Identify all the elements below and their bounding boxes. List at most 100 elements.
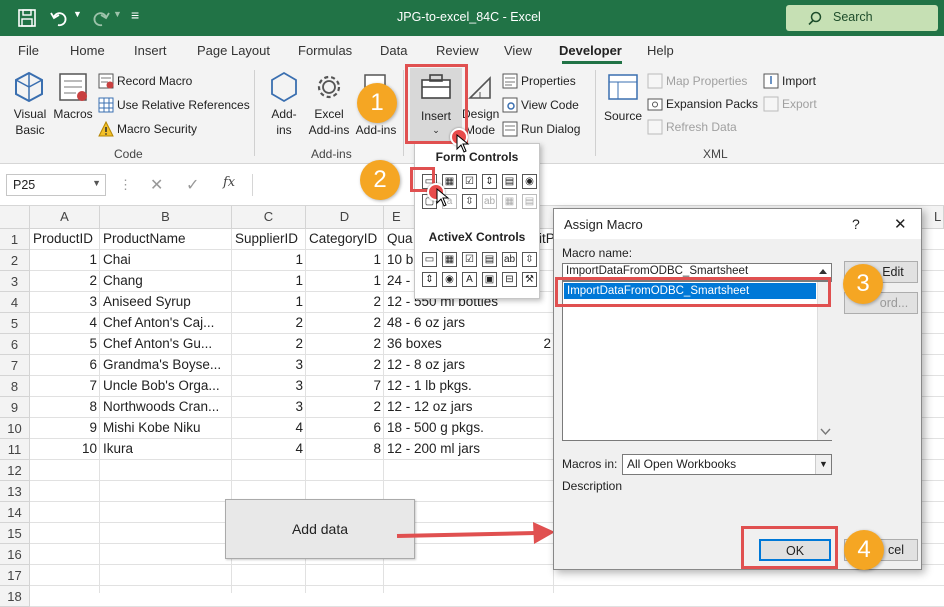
form-control-combo-box-icon[interactable]: ▦ xyxy=(442,174,457,189)
table-cell[interactable]: 1 xyxy=(232,292,306,313)
header-cell[interactable]: ProductID xyxy=(30,229,100,250)
table-cell[interactable]: 2 xyxy=(306,397,384,418)
column-header-d[interactable]: D xyxy=(306,206,384,229)
select-all-corner[interactable] xyxy=(0,206,30,229)
table-cell[interactable]: 36 boxes xyxy=(384,334,554,355)
form-control-combo-drop-icon[interactable]: ▤ xyxy=(522,194,537,209)
properties-button[interactable]: Properties xyxy=(502,72,592,90)
table-cell[interactable]: 3 xyxy=(232,376,306,397)
column-header-a[interactable]: A xyxy=(30,206,100,229)
row-header[interactable]: 6 xyxy=(0,334,30,355)
table-cell[interactable]: 2 xyxy=(306,292,384,313)
table-cell[interactable]: 3 xyxy=(232,397,306,418)
table-cell[interactable]: 4 xyxy=(232,439,306,460)
table-cell[interactable]: Chang xyxy=(100,271,232,292)
table-cell[interactable]: Chai xyxy=(100,250,232,271)
activex-list-box-icon[interactable]: ▤ xyxy=(482,252,497,267)
row-header[interactable]: 8 xyxy=(0,376,30,397)
macros-in-select[interactable]: All Open Workbooks ▼ xyxy=(622,454,832,475)
table-cell[interactable]: 3 xyxy=(30,292,100,313)
scroll-down-icon[interactable] xyxy=(820,427,831,437)
activex-more-controls-icon[interactable]: ⚒ xyxy=(522,272,537,287)
table-cell[interactable]: 8 xyxy=(30,397,100,418)
tab-page-layout[interactable]: Page Layout xyxy=(197,43,270,58)
add-data-button[interactable]: Add data xyxy=(225,499,415,559)
activex-scroll-bar-icon[interactable]: ⇳ xyxy=(522,252,537,267)
table-cell[interactable]: 2 xyxy=(232,334,306,355)
header-cell[interactable]: SupplierID xyxy=(232,229,306,250)
form-control-option-button-icon[interactable]: ◉ xyxy=(522,174,537,189)
record-macro-button[interactable]: Record Macro xyxy=(98,72,248,90)
table-cell[interactable]: 1 xyxy=(306,250,384,271)
tab-formulas[interactable]: Formulas xyxy=(298,43,352,58)
add-ins-button[interactable]: Add-ins xyxy=(264,70,304,142)
macros-button[interactable]: Macros xyxy=(52,70,94,142)
row-header[interactable]: 15 xyxy=(0,523,30,544)
row-header[interactable]: 10 xyxy=(0,418,30,439)
help-icon[interactable]: ? xyxy=(852,216,860,232)
activex-combo-box-icon[interactable]: ▦ xyxy=(442,252,457,267)
table-cell[interactable]: 9 xyxy=(30,418,100,439)
table-cell[interactable]: 2 xyxy=(306,355,384,376)
table-cell[interactable]: 7 xyxy=(306,376,384,397)
activex-check-box-icon[interactable]: ☑ xyxy=(462,252,477,267)
row-header[interactable]: 7 xyxy=(0,355,30,376)
excel-add-ins-button[interactable]: Excel Add-ins xyxy=(304,70,354,142)
row-header[interactable]: 14 xyxy=(0,502,30,523)
activex-toggle-button-icon[interactable]: ⊟ xyxy=(502,272,517,287)
table-cell[interactable]: 6 xyxy=(30,355,100,376)
table-cell[interactable]: Mishi Kobe Niku xyxy=(100,418,232,439)
customize-qat-icon[interactable]: ≡ xyxy=(131,7,139,23)
table-cell[interactable]: 10 xyxy=(30,439,100,460)
table-cell[interactable]: 2 xyxy=(536,334,554,355)
form-control-combo-list-icon[interactable]: ▦ xyxy=(502,194,517,209)
use-relative-references-button[interactable]: Use Relative References xyxy=(98,96,250,114)
table-cell[interactable]: 8 xyxy=(306,439,384,460)
form-control-list-box-icon[interactable]: ▤ xyxy=(502,174,517,189)
tab-developer[interactable]: Developer xyxy=(559,43,622,58)
table-cell[interactable]: 18 - 500 g pkgs. xyxy=(384,418,554,439)
table-cell[interactable]: 4 xyxy=(30,313,100,334)
activex-image-icon[interactable]: ▣ xyxy=(482,272,497,287)
row-header[interactable]: 12 xyxy=(0,460,30,481)
table-cell[interactable]: Aniseed Syrup xyxy=(100,292,232,313)
activex-option-button-icon[interactable]: ◉ xyxy=(442,272,457,287)
enter-icon[interactable]: ✓ xyxy=(186,175,199,195)
table-cell[interactable]: 12 - 1 lb pkgs. xyxy=(384,376,554,397)
row-header[interactable]: 5 xyxy=(0,313,30,334)
table-cell[interactable]: Uncle Bob's Orga... xyxy=(100,376,232,397)
row-header[interactable]: 16 xyxy=(0,544,30,565)
macro-name-up-icon[interactable] xyxy=(816,265,830,277)
table-cell[interactable]: Ikura xyxy=(100,439,232,460)
row-header[interactable]: 17 xyxy=(0,565,30,586)
activex-label-icon[interactable]: A xyxy=(462,272,477,287)
table-cell[interactable]: 1 xyxy=(306,271,384,292)
tab-view[interactable]: View xyxy=(504,43,532,58)
tab-insert[interactable]: Insert xyxy=(134,43,167,58)
tab-help[interactable]: Help xyxy=(647,43,674,58)
close-icon[interactable]: ✕ xyxy=(894,215,907,233)
table-cell[interactable]: Chef Anton's Caj... xyxy=(100,313,232,334)
row-header[interactable]: 3 xyxy=(0,271,30,292)
row-header[interactable]: 13 xyxy=(0,481,30,502)
row-header[interactable]: 18 xyxy=(0,586,30,607)
form-control-check-box-icon[interactable]: ☑ xyxy=(462,174,477,189)
tab-data[interactable]: Data xyxy=(380,43,407,58)
activex-text-box-icon[interactable]: ab xyxy=(502,252,517,267)
table-cell[interactable]: 2 xyxy=(306,313,384,334)
table-cell[interactable]: 4 xyxy=(232,418,306,439)
activex-command-button-icon[interactable]: ▭ xyxy=(422,252,437,267)
import-button[interactable]: Import xyxy=(763,72,833,90)
macro-security-button[interactable]: Macro Security xyxy=(98,120,248,138)
table-cell[interactable]: 2 xyxy=(232,313,306,334)
header-cell[interactable]: ProductName xyxy=(100,229,232,250)
table-cell[interactable]: 3 xyxy=(232,355,306,376)
undo-dropdown-icon[interactable]: ▼ xyxy=(73,9,82,19)
table-cell[interactable]: 48 - 6 oz jars xyxy=(384,313,554,334)
table-cell[interactable]: 1 xyxy=(30,250,100,271)
tab-file[interactable]: File xyxy=(18,43,39,58)
expansion-packs-button[interactable]: Expansion Packs xyxy=(647,95,758,113)
insert-function-icon[interactable]: fx xyxy=(223,175,235,190)
search-box[interactable]: Search xyxy=(786,5,938,31)
row-header[interactable]: 2 xyxy=(0,250,30,271)
